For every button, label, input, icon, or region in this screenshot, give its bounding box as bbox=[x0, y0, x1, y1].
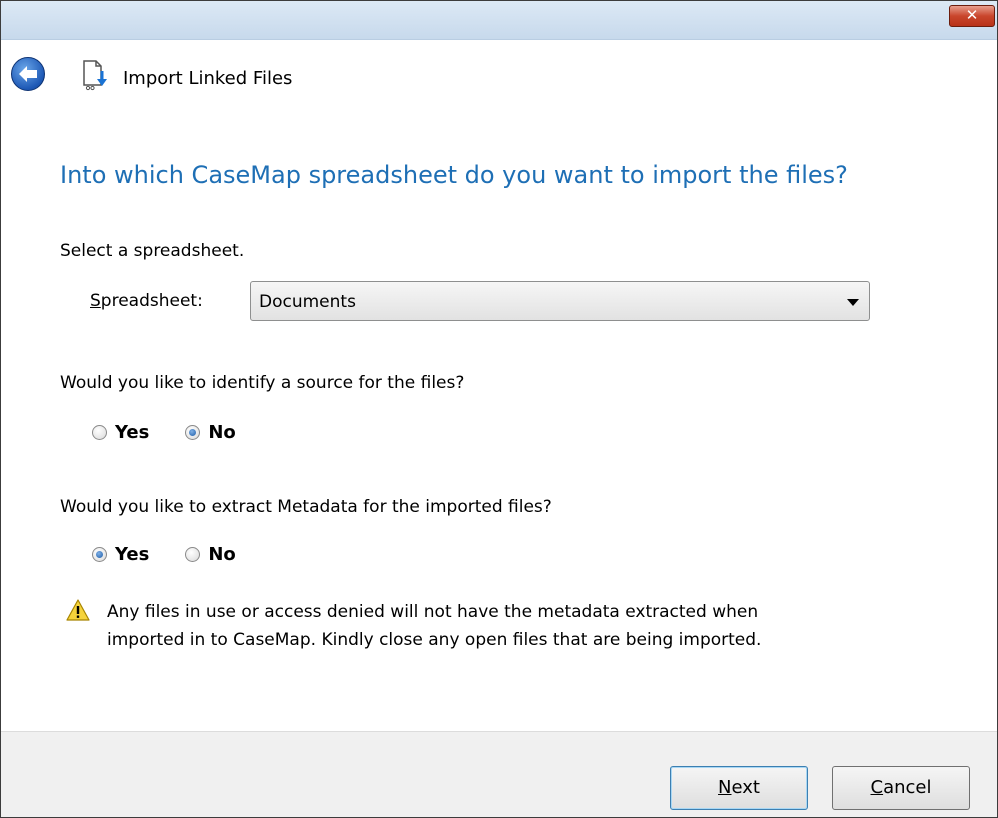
source-no-radio[interactable]: No bbox=[185, 422, 236, 443]
wizard-window: ✕ Import Linked Files Into which CaseMap… bbox=[0, 0, 998, 818]
radio-unchecked-icon bbox=[92, 425, 107, 440]
source-yes-radio[interactable]: Yes bbox=[92, 422, 149, 443]
metadata-yes-label: Yes bbox=[115, 544, 150, 565]
page-heading: Into which CaseMap spreadsheet do you wa… bbox=[60, 161, 848, 189]
back-button[interactable] bbox=[11, 57, 45, 91]
metadata-yes-radio[interactable]: Yes bbox=[92, 544, 149, 565]
metadata-no-radio[interactable]: No bbox=[185, 544, 236, 565]
source-no-label: No bbox=[208, 422, 236, 443]
source-yes-label: Yes bbox=[115, 422, 150, 443]
warning-line-1: Any files in use or access denied will n… bbox=[107, 602, 759, 622]
next-accel: N bbox=[718, 777, 732, 798]
spreadsheet-label-accel: S bbox=[90, 291, 101, 311]
source-question: Would you like to identify a source for … bbox=[60, 373, 465, 393]
spreadsheet-label-text: preadsheet: bbox=[100, 291, 203, 311]
radio-checked-icon bbox=[185, 425, 201, 440]
metadata-no-label: No bbox=[208, 544, 236, 565]
cancel-label: ancel bbox=[883, 777, 932, 798]
metadata-question: Would you like to extract Metadata for t… bbox=[60, 497, 552, 517]
button-bar: Next Cancel bbox=[1, 731, 997, 817]
wizard-header: Import Linked Files bbox=[1, 40, 997, 112]
source-radio-group: Yes No bbox=[92, 422, 272, 443]
next-label: ext bbox=[731, 777, 760, 798]
back-arrow-icon bbox=[19, 66, 37, 82]
next-button[interactable]: Next bbox=[670, 766, 808, 810]
warning-line-2: imported in to CaseMap. Kindly close any… bbox=[107, 630, 762, 650]
radio-unchecked-icon bbox=[185, 547, 201, 562]
cancel-accel: C bbox=[870, 777, 884, 798]
select-spreadsheet-prompt: Select a spreadsheet. bbox=[60, 241, 245, 261]
wizard-title: Import Linked Files bbox=[123, 68, 293, 89]
spreadsheet-selected-value: Documents bbox=[259, 292, 356, 312]
title-bar: ✕ bbox=[1, 1, 997, 40]
close-button[interactable]: ✕ bbox=[949, 5, 995, 27]
spreadsheet-label: Spreadsheet: bbox=[90, 291, 203, 311]
close-icon: ✕ bbox=[965, 6, 979, 24]
chevron-down-icon bbox=[847, 299, 859, 306]
spreadsheet-dropdown[interactable]: Documents bbox=[250, 281, 870, 321]
warning-message: Any files in use or access denied will n… bbox=[107, 598, 937, 654]
warning-icon bbox=[66, 599, 90, 621]
import-file-icon bbox=[83, 60, 107, 91]
radio-checked-icon bbox=[92, 547, 107, 562]
metadata-radio-group: Yes No bbox=[92, 544, 272, 565]
cancel-button[interactable]: Cancel bbox=[832, 766, 970, 810]
